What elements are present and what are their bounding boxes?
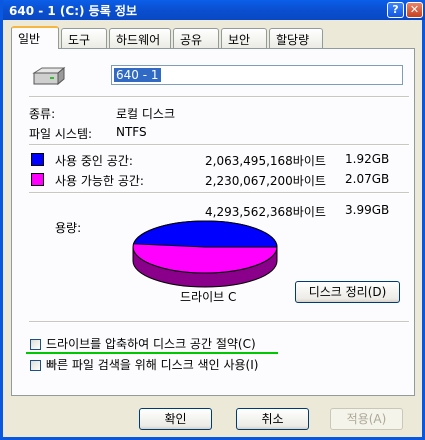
- drive-name: 드라이브 C: [180, 290, 237, 304]
- used-color-swatch: [31, 153, 44, 166]
- volume-label-input[interactable]: 640 - 1: [111, 65, 403, 85]
- tab-label: 하드웨어: [116, 33, 161, 47]
- apply-button[interactable]: 적용(A): [330, 408, 403, 430]
- used-space-label: 사용 중인 공간:: [55, 154, 133, 168]
- tab-quota[interactable]: 할당량: [269, 28, 323, 48]
- disk-usage-pie-chart: [132, 220, 278, 288]
- free-space-label: 사용 가능한 공간:: [55, 174, 144, 188]
- tab-security[interactable]: 보안: [221, 28, 267, 48]
- separator: [29, 96, 409, 98]
- free-color-swatch: [31, 173, 44, 186]
- used-space-gb: 1.92GB: [345, 152, 390, 166]
- close-button[interactable]: ✕: [406, 2, 423, 18]
- tab-label: 보안: [228, 33, 251, 47]
- tab-label: 일반: [18, 32, 41, 46]
- tab-tools[interactable]: 도구: [61, 28, 107, 48]
- general-panel: 640 - 1 종류: 로컬 디스크 파일 시스템: NTFS 사용 중인 공간…: [11, 48, 415, 396]
- properties-window: 640 - 1 (C:) 등록 정보 ? ✕ 일반 도구 하드웨어 공유 보안 …: [0, 0, 425, 440]
- pie-slice-used: [132, 220, 278, 248]
- title-bar[interactable]: 640 - 1 (C:) 등록 정보 ? ✕: [3, 0, 425, 20]
- used-space-bytes: 2,063,495,168바이트: [205, 154, 326, 168]
- type-value: 로컬 디스크: [116, 107, 176, 121]
- disk-cleanup-button[interactable]: 디스크 정리(D): [295, 281, 400, 303]
- separator: [29, 144, 409, 146]
- separator: [29, 321, 409, 323]
- volume-label-text: 640 - 1: [114, 68, 161, 82]
- capacity-label: 용량:: [55, 221, 82, 235]
- ok-button[interactable]: 확인: [139, 408, 212, 430]
- capacity-gb: 3.99GB: [345, 203, 390, 217]
- file-system-value: NTFS: [116, 125, 147, 139]
- highlight-underline: [26, 352, 278, 354]
- type-label: 종류:: [29, 107, 56, 121]
- hard-drive-icon: [32, 66, 66, 86]
- index-drive-label[interactable]: 빠른 파일 검색을 위해 디스크 색인 사용(I): [46, 356, 258, 373]
- window-title: 640 - 1 (C:) 등록 정보: [9, 4, 138, 18]
- help-button[interactable]: ?: [387, 2, 404, 18]
- separator: [29, 192, 409, 194]
- tab-label: 도구: [68, 33, 91, 47]
- cancel-button[interactable]: 취소: [236, 408, 309, 430]
- tab-hardware[interactable]: 하드웨어: [109, 28, 171, 48]
- tab-label: 공유: [180, 33, 203, 47]
- free-space-gb: 2.07GB: [345, 172, 390, 186]
- file-system-label: 파일 시스템:: [29, 127, 93, 141]
- tab-label: 할당량: [276, 33, 310, 47]
- compress-drive-checkbox[interactable]: [30, 339, 41, 350]
- index-drive-checkbox[interactable]: [30, 360, 41, 371]
- free-space-bytes: 2,230,067,200바이트: [205, 174, 326, 188]
- compress-drive-label[interactable]: 드라이브를 압축하여 디스크 공간 절약(C): [46, 335, 256, 352]
- tab-general[interactable]: 일반: [11, 26, 59, 49]
- tab-sharing[interactable]: 공유: [173, 28, 219, 48]
